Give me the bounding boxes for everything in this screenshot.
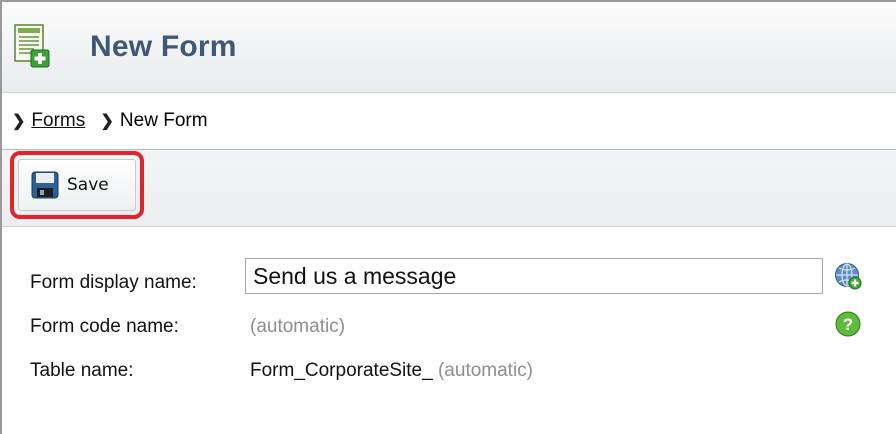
breadcrumb-link-forms[interactable]: Forms	[31, 110, 85, 131]
code-name-label: Form code name:	[30, 316, 179, 337]
title-bar: New Form	[2, 2, 896, 93]
display-name-label: Form display name:	[30, 272, 197, 293]
breadcrumb-separator-icon: ❯	[100, 113, 114, 130]
table-name-label: Table name:	[30, 360, 134, 381]
save-label: Save	[67, 175, 109, 195]
breadcrumb-separator-icon: ❯	[12, 113, 26, 130]
localize-globe-icon[interactable]	[834, 262, 862, 290]
svg-text:?: ?	[843, 315, 853, 334]
help-icon[interactable]: ?	[835, 311, 861, 337]
breadcrumb-current: New Form	[119, 110, 208, 131]
table-name-suffix: (automatic)	[437, 360, 534, 381]
code-name-value: (automatic)	[250, 316, 346, 337]
page-title: New Form	[90, 30, 237, 63]
table-name-value: Form_CorporateSite_ (automatic)	[250, 360, 533, 382]
save-button[interactable]: Save	[18, 159, 136, 211]
floppy-disk-icon	[31, 171, 59, 199]
breadcrumb: ❯ Forms ❯ New Form	[2, 93, 896, 150]
table-name-prefix: Form_CorporateSite_	[250, 360, 433, 381]
display-name-input[interactable]	[245, 258, 823, 294]
form-add-icon	[14, 24, 50, 68]
